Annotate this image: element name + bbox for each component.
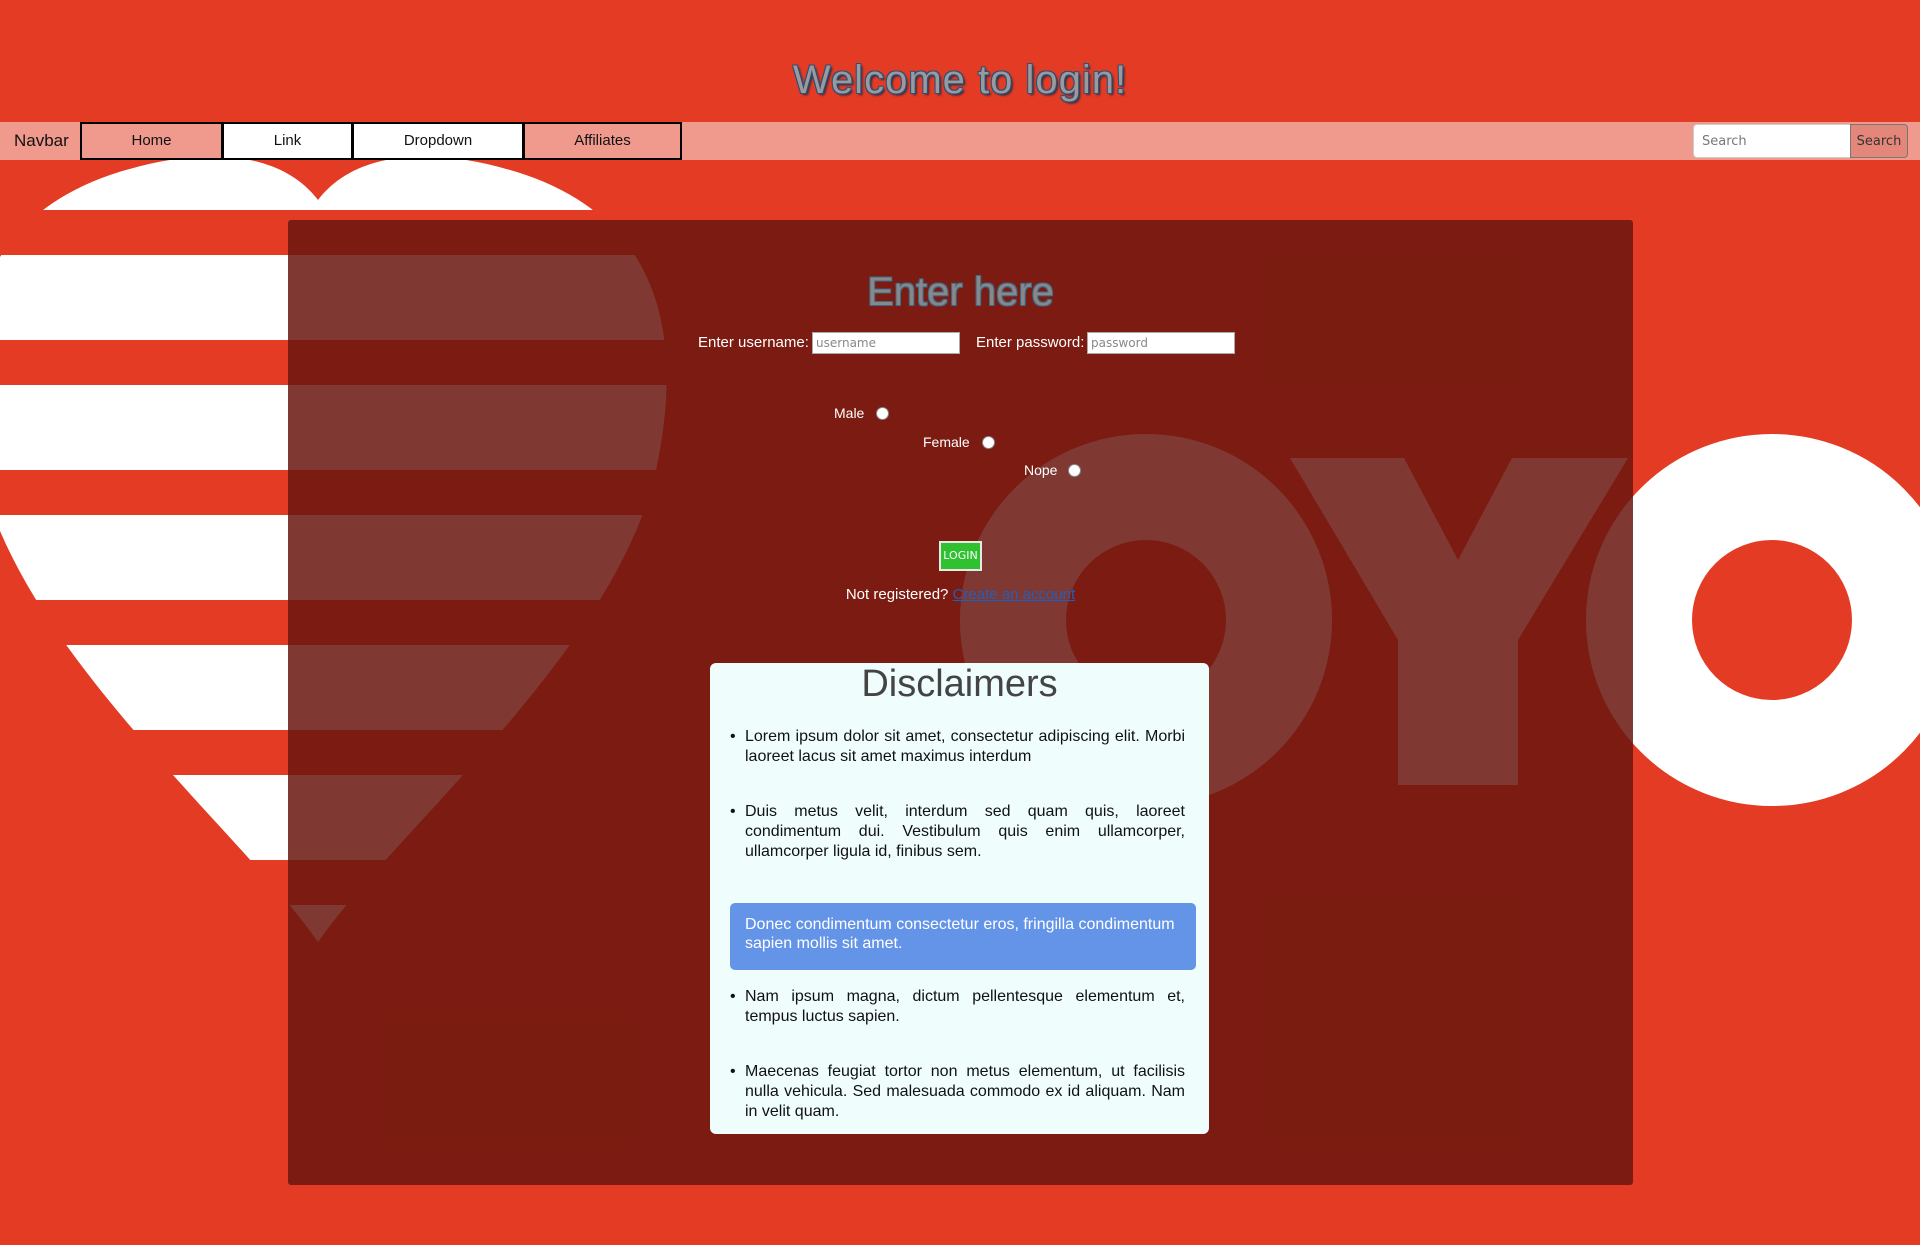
- list-item: • Nam ipsum magna, dictum pellentesque e…: [730, 987, 1185, 1027]
- bullet-icon: •: [730, 1063, 736, 1080]
- list-item-text: Nam ipsum magna, dictum pellentesque ele…: [745, 988, 1185, 1025]
- login-panel: Enter here Enter username: Enter passwor…: [288, 220, 1633, 1185]
- login-button[interactable]: LOGIN: [939, 541, 982, 571]
- gender-label-male: Male: [834, 405, 865, 421]
- list-item-text: Duis metus velit, interdum sed quam quis…: [745, 803, 1185, 860]
- list-item: • Duis metus velit, interdum sed quam qu…: [730, 802, 1185, 862]
- disclaimers-box: Disclaimers • Lorem ipsum dolor sit amet…: [710, 663, 1209, 1134]
- gender-label-nope: Nope: [1024, 462, 1058, 478]
- search-input[interactable]: [1693, 124, 1851, 158]
- gender-radio-male[interactable]: [876, 407, 889, 420]
- gender-radio-nope[interactable]: [1068, 464, 1081, 477]
- list-item-text: Maecenas feugiat tortor non metus elemen…: [745, 1063, 1185, 1120]
- nav-item-affiliates[interactable]: Affiliates: [523, 122, 682, 160]
- gender-radio-female[interactable]: [982, 436, 995, 449]
- list-item-text: Lorem ipsum dolor sit amet, consectetur …: [745, 728, 1185, 765]
- highlighted-list-item: Donec condimentum consectetur eros, frin…: [730, 903, 1196, 970]
- page: Welcome to login! Navbar Home Link Dropd…: [0, 0, 1920, 1245]
- login-title: Enter here: [867, 270, 1054, 314]
- disclaimers-title: Disclaimers: [861, 663, 1058, 705]
- nav-item-link[interactable]: Link: [222, 122, 353, 160]
- nav-item-home[interactable]: Home: [80, 122, 223, 160]
- navbar: Navbar Home Link Dropdown Affiliates Sea…: [0, 122, 1920, 160]
- list-item: • Maecenas feugiat tortor non metus elem…: [730, 1062, 1185, 1122]
- create-account-link[interactable]: Create an account: [953, 586, 1076, 603]
- navbar-brand[interactable]: Navbar: [14, 131, 69, 151]
- register-row: Not registered? Create an account: [288, 586, 1633, 603]
- bullet-icon: •: [730, 803, 736, 820]
- username-label: Enter username:: [698, 334, 809, 351]
- gender-label-female: Female: [923, 434, 970, 450]
- nav-item-dropdown[interactable]: Dropdown: [352, 122, 524, 160]
- search-button[interactable]: Search: [1850, 124, 1908, 158]
- username-input[interactable]: [812, 332, 960, 354]
- register-text: Not registered?: [845, 586, 949, 603]
- bullet-icon: •: [730, 988, 736, 1005]
- list-item: • Lorem ipsum dolor sit amet, consectetu…: [730, 727, 1185, 767]
- password-input[interactable]: [1087, 332, 1235, 354]
- page-title: Welcome to login!: [792, 58, 1128, 102]
- password-label: Enter password:: [976, 334, 1085, 351]
- bullet-icon: •: [730, 728, 736, 745]
